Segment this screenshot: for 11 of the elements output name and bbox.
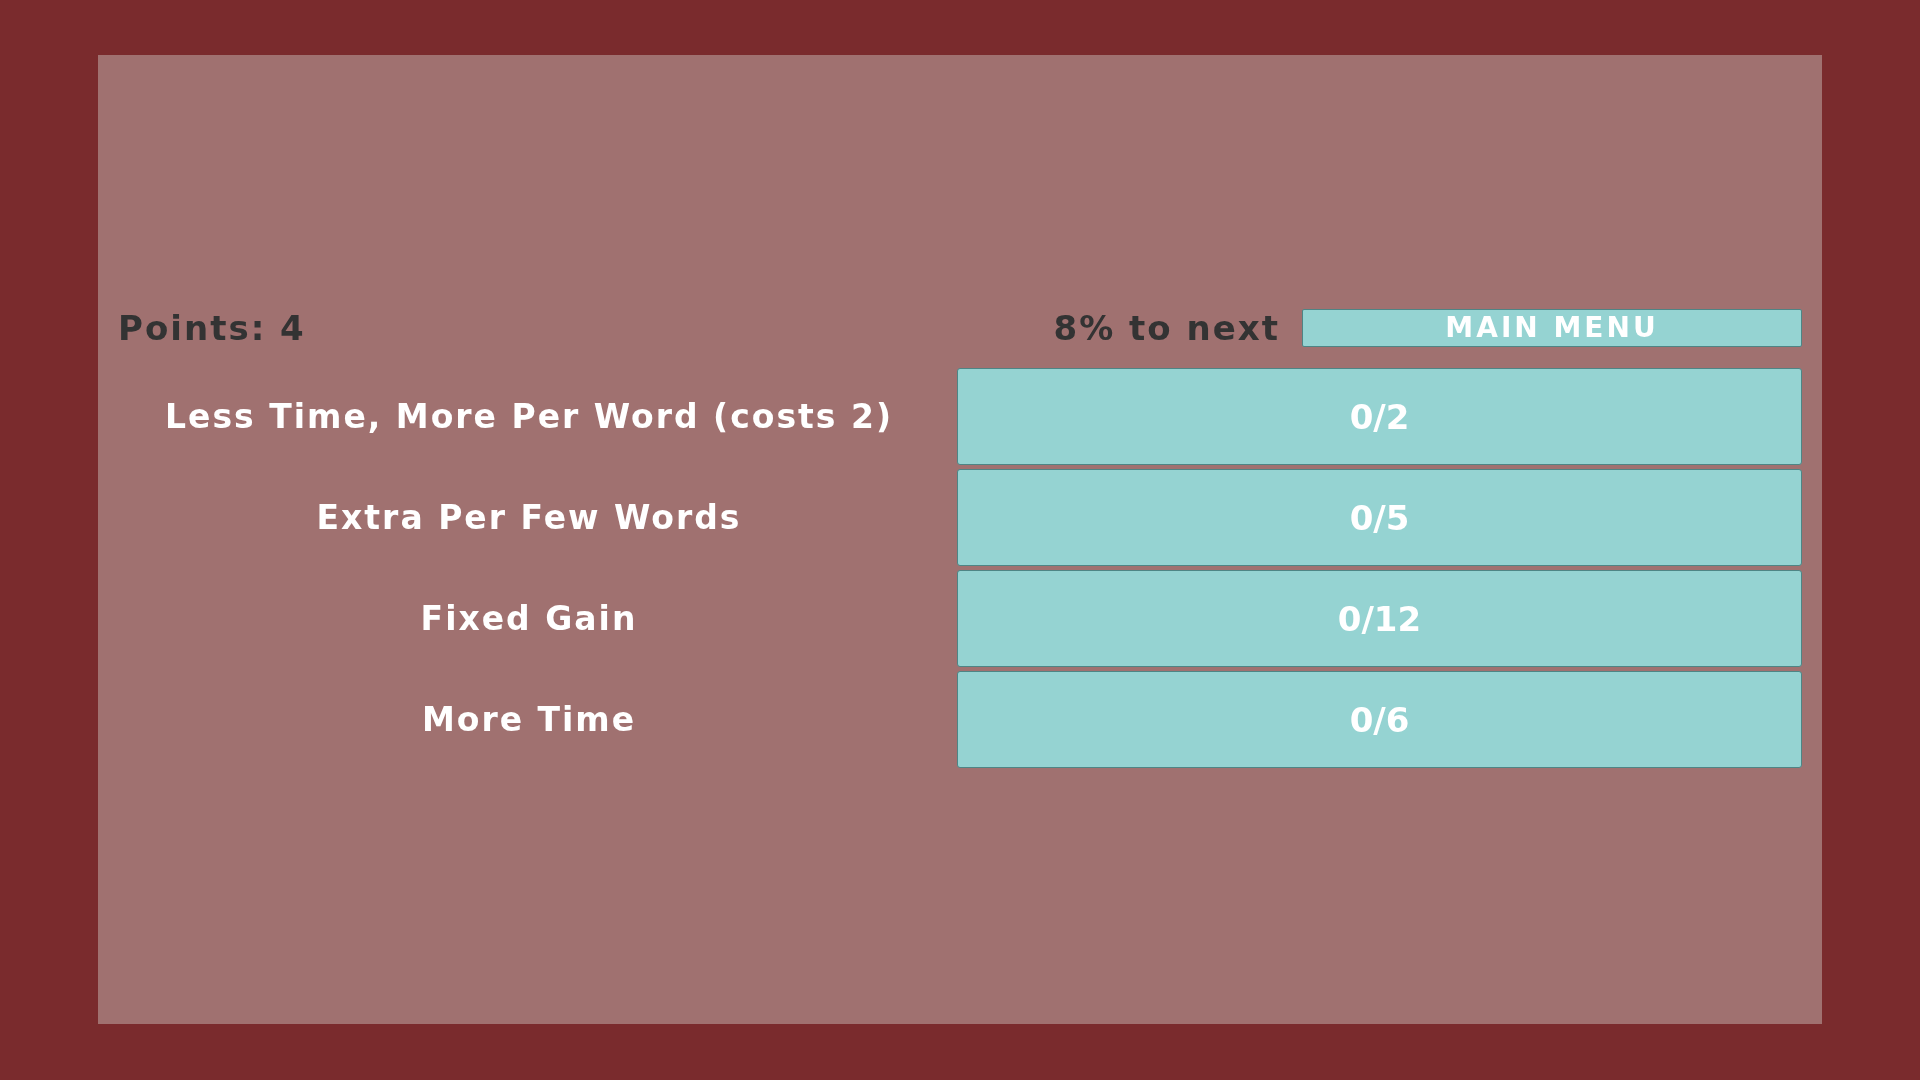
upgrade-label: Less Time, More Per Word (costs 2) [164, 397, 894, 436]
upgrade-label: Fixed Gain [419, 599, 639, 638]
upgrade-label: More Time [420, 700, 638, 739]
upgrade-label: Extra Per Few Words [315, 498, 743, 537]
points-text: Points: 4 [118, 308, 306, 348]
upgrade-button[interactable]: 0/5 [957, 469, 1802, 566]
upgrade-button[interactable]: 0/12 [957, 570, 1802, 667]
progress-text: 8% to next [1053, 308, 1280, 348]
main-menu-button[interactable]: MAIN MENU [1302, 309, 1802, 347]
upgrade-button[interactable]: 0/6 [957, 671, 1802, 768]
upgrade-button[interactable]: 0/2 [957, 368, 1802, 465]
